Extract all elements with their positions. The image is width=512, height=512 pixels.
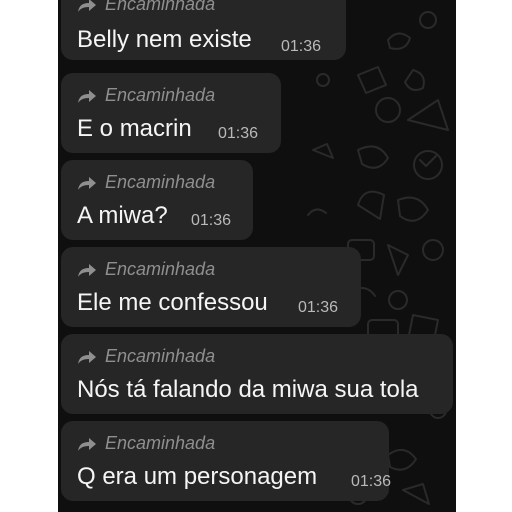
message-bubble[interactable]: Encaminhada Nós tá falando da miwa sua t…: [61, 334, 453, 414]
message-text: Ele me confessou: [77, 289, 268, 316]
forwarded-label: Encaminhada: [105, 172, 216, 192]
forwarded-indicator: Encaminhada: [77, 433, 215, 454]
message-text: Belly nem existe: [77, 26, 252, 53]
forwarded-label: Encaminhada: [105, 346, 216, 366]
forwarded-label: Encaminhada: [105, 0, 216, 14]
message-bubble[interactable]: Encaminhada Ele me confessou 01:36: [61, 247, 361, 327]
forwarded-label: Encaminhada: [105, 259, 216, 279]
message-time: 01:36: [351, 473, 392, 490]
message-time: 01:36: [191, 212, 232, 229]
message-bubble[interactable]: Encaminhada E o macrin 01:36: [61, 73, 281, 153]
forward-arrow-icon: [78, 89, 96, 103]
forwarded-indicator: Encaminhada: [77, 172, 215, 193]
forwarded-indicator: Encaminhada: [77, 346, 215, 367]
forward-arrow-icon: [78, 0, 96, 12]
message-bubble[interactable]: Encaminhada A miwa? 01:36: [61, 160, 253, 240]
forwarded-indicator: Encaminhada: [77, 0, 215, 15]
forward-arrow-icon: [78, 350, 96, 364]
forward-arrow-icon: [78, 176, 96, 190]
forwarded-label: Encaminhada: [105, 85, 216, 105]
message-text: Nós tá falando da miwa sua tola: [77, 376, 419, 403]
message-text: A miwa?: [77, 202, 168, 229]
forward-arrow-icon: [78, 437, 96, 451]
message-text: E o macrin: [77, 115, 192, 142]
message-time: 01:36: [298, 299, 339, 316]
message-time: 01:36: [218, 125, 259, 142]
forwarded-indicator: Encaminhada: [77, 85, 215, 106]
forwarded-indicator: Encaminhada: [77, 259, 215, 280]
message-text: Q era um personagem: [77, 463, 318, 490]
forward-arrow-icon: [78, 263, 96, 277]
message-bubble[interactable]: Encaminhada Q era um personagem 01:36: [61, 421, 392, 501]
forwarded-label: Encaminhada: [105, 433, 216, 453]
chat-conversation: Encaminhada Belly nem existe 01:36 Encam…: [58, 0, 456, 512]
message-bubble[interactable]: Encaminhada Belly nem existe 01:36: [61, 0, 346, 60]
message-time: 01:36: [281, 38, 322, 55]
